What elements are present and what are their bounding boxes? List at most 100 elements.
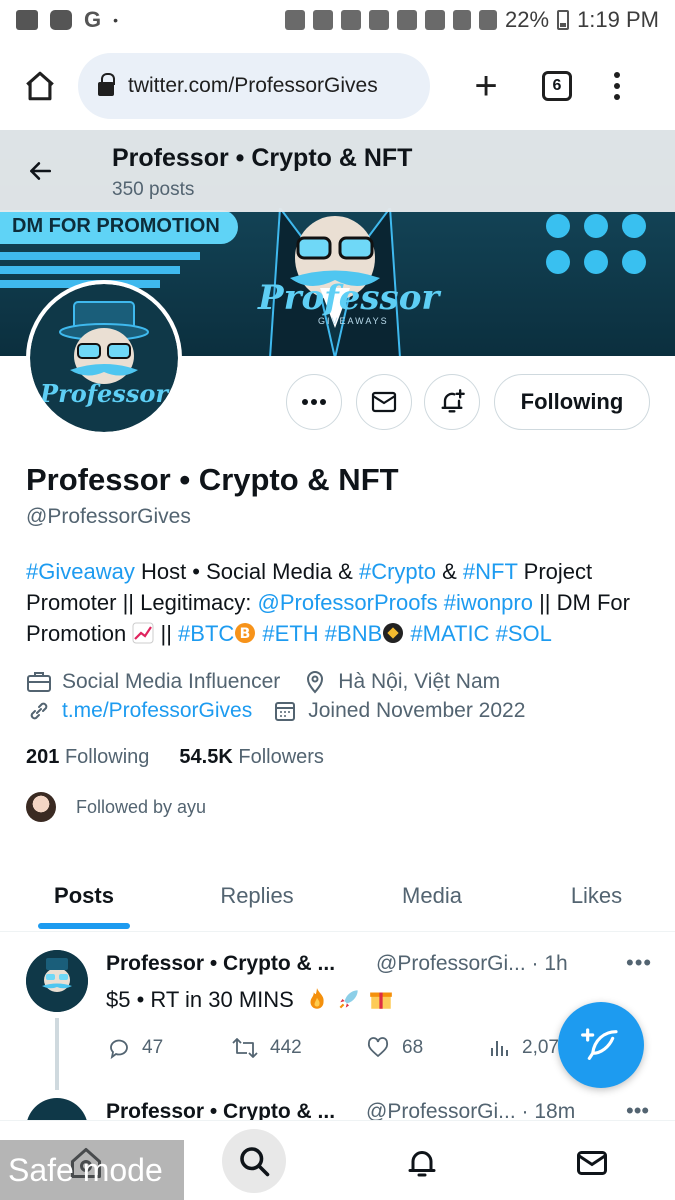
- active-tab-indicator: [38, 923, 130, 929]
- safe-mode-overlay: Safe mode: [0, 1140, 184, 1200]
- tab-likes[interactable]: Likes: [518, 860, 675, 931]
- svg-text:B: B: [240, 626, 251, 642]
- banner-stripe: [0, 266, 180, 274]
- banner-brand-sub: GIVEAWAYS: [318, 316, 389, 326]
- envelope-icon: [371, 391, 397, 413]
- tab-switcher-button[interactable]: 6: [542, 71, 572, 101]
- profile-website-link[interactable]: t.me/ProfessorGives: [62, 699, 252, 723]
- google-icon: G: [84, 7, 102, 32]
- compose-post-button[interactable]: [558, 1002, 644, 1088]
- profile-joined-date: Joined November 2022: [308, 699, 526, 722]
- system-icons: 22% 1:19 PM: [285, 7, 659, 33]
- follower-avatar: [26, 792, 56, 822]
- link-icon: [30, 702, 48, 720]
- signal-icon: [453, 10, 472, 30]
- banner-brand: Professor: [258, 278, 440, 318]
- profile-name: Professor • Crypto & NFT: [26, 462, 399, 497]
- browser-menu-button[interactable]: [614, 72, 620, 100]
- bell-icon: [408, 1151, 436, 1177]
- rocket-emoji-icon: [339, 990, 358, 1009]
- follow-counts: 201 Following 54.5K Followers: [26, 746, 324, 769]
- following-button[interactable]: Following: [494, 374, 650, 430]
- tab-replies[interactable]: Replies: [168, 860, 346, 931]
- hashtag-link[interactable]: #BTC: [178, 621, 234, 646]
- profile-tabs: Posts Replies Media Likes: [0, 860, 675, 932]
- banner-promo-text: DM FOR PROMOTION: [0, 210, 238, 244]
- address-bar[interactable]: twitter.com/ProfessorGives: [78, 53, 430, 119]
- nav-search[interactable]: [222, 1129, 286, 1193]
- banner-stripe: [0, 252, 200, 260]
- bio-text: ||: [154, 621, 179, 646]
- reply-icon: [110, 1039, 128, 1060]
- hashtag-link[interactable]: #Giveaway: [26, 559, 135, 584]
- hashtag-link[interactable]: #ETH: [262, 621, 318, 646]
- new-tab-button[interactable]: +: [466, 66, 506, 106]
- header-title: Professor • Crypto & NFT: [112, 144, 413, 172]
- profile-meta-row-1: Social Media Influencer Hà Nội, Việt Nam: [26, 670, 500, 694]
- profile-avatar[interactable]: Professor: [26, 280, 182, 436]
- avatar-brand-text: Professor: [39, 379, 170, 408]
- tab-posts[interactable]: Posts: [0, 860, 168, 931]
- facebook-icon: [546, 214, 570, 238]
- status-bar: G • 22% 1:19 PM: [0, 0, 675, 40]
- thread-connector: [55, 1018, 59, 1090]
- nav-notifications[interactable]: [392, 1133, 452, 1193]
- arrow-left-icon: [30, 162, 52, 180]
- bell-plus-icon: [441, 389, 465, 413]
- tweet-author-name[interactable]: Professor • Crypto & ...: [106, 952, 335, 976]
- compose-feather-icon: [581, 1028, 618, 1060]
- followers-count-link[interactable]: 54.5K Followers: [179, 746, 324, 769]
- whatsapp-icon: [622, 250, 646, 274]
- hashtag-link[interactable]: #iwonpro: [444, 590, 533, 615]
- message-button[interactable]: [356, 374, 412, 430]
- envelope-icon: [577, 1151, 607, 1175]
- tweet-more-button[interactable]: •••: [626, 950, 652, 976]
- sim-icon: [425, 10, 446, 30]
- tab-media[interactable]: Media: [346, 860, 518, 931]
- chart-increasing-emoji-icon: [132, 622, 154, 644]
- more-options-button[interactable]: [286, 374, 342, 430]
- reply-button[interactable]: 47: [106, 1036, 230, 1060]
- profile-header-bar: Professor • Crypto & NFT 350 posts: [0, 130, 675, 212]
- location-pin-icon: [307, 671, 324, 694]
- notification-icons: G •: [16, 7, 118, 33]
- hashtag-link[interactable]: #BNB: [325, 621, 382, 646]
- tweet-author-avatar[interactable]: [26, 950, 88, 1012]
- retweet-button[interactable]: 442: [230, 1036, 364, 1060]
- lock-status-icon: [285, 10, 306, 30]
- mention-link[interactable]: @ProfessorProofs: [258, 590, 438, 615]
- followed-by[interactable]: Followed by ayu: [26, 792, 206, 822]
- vibrate-off-icon: [341, 10, 362, 30]
- calendar-icon: [275, 702, 296, 721]
- like-button[interactable]: 68: [364, 1036, 488, 1060]
- tweet-text: $5 • RT in 30 MINS: [106, 986, 394, 1013]
- hashtag-link[interactable]: #NFT: [463, 559, 518, 584]
- hashtag-link[interactable]: #Crypto: [359, 559, 436, 584]
- profile-handle: @ProfessorGives: [26, 505, 191, 528]
- telegram-icon: [584, 250, 608, 274]
- nav-messages[interactable]: [562, 1133, 622, 1193]
- battery-icon: [557, 10, 570, 30]
- back-button[interactable]: [26, 158, 54, 189]
- tweet-author-handle: @ProfessorGi... · 1h: [376, 952, 568, 975]
- briefcase-icon: [27, 672, 51, 692]
- profile-meta-row-2: t.me/ProfessorGives Joined November 2022: [26, 699, 525, 723]
- more-notifications-icon: •: [113, 12, 119, 28]
- more-dots-icon: [302, 399, 326, 405]
- bnb-icon: [383, 623, 404, 643]
- browser-toolbar: twitter.com/ProfessorGives + 6: [0, 48, 675, 124]
- following-count-link[interactable]: 201 Following: [26, 746, 149, 769]
- clock: 1:19 PM: [577, 7, 659, 32]
- bio-text: &: [436, 559, 463, 584]
- gift-emoji-icon: [370, 992, 393, 1009]
- hashtag-link[interactable]: #SOL: [496, 621, 552, 646]
- header-post-count: 350 posts: [112, 179, 195, 200]
- notifications-toggle-button[interactable]: [424, 374, 480, 430]
- gallery-icon: [16, 10, 38, 30]
- lock-icon: [98, 73, 115, 96]
- profile-category: Social Media Influencer: [62, 670, 281, 693]
- hashtag-link[interactable]: #MATIC: [410, 621, 489, 646]
- analytics-icon: [491, 1041, 508, 1056]
- browser-home-button[interactable]: [18, 64, 62, 108]
- retweet-icon: [232, 1038, 258, 1058]
